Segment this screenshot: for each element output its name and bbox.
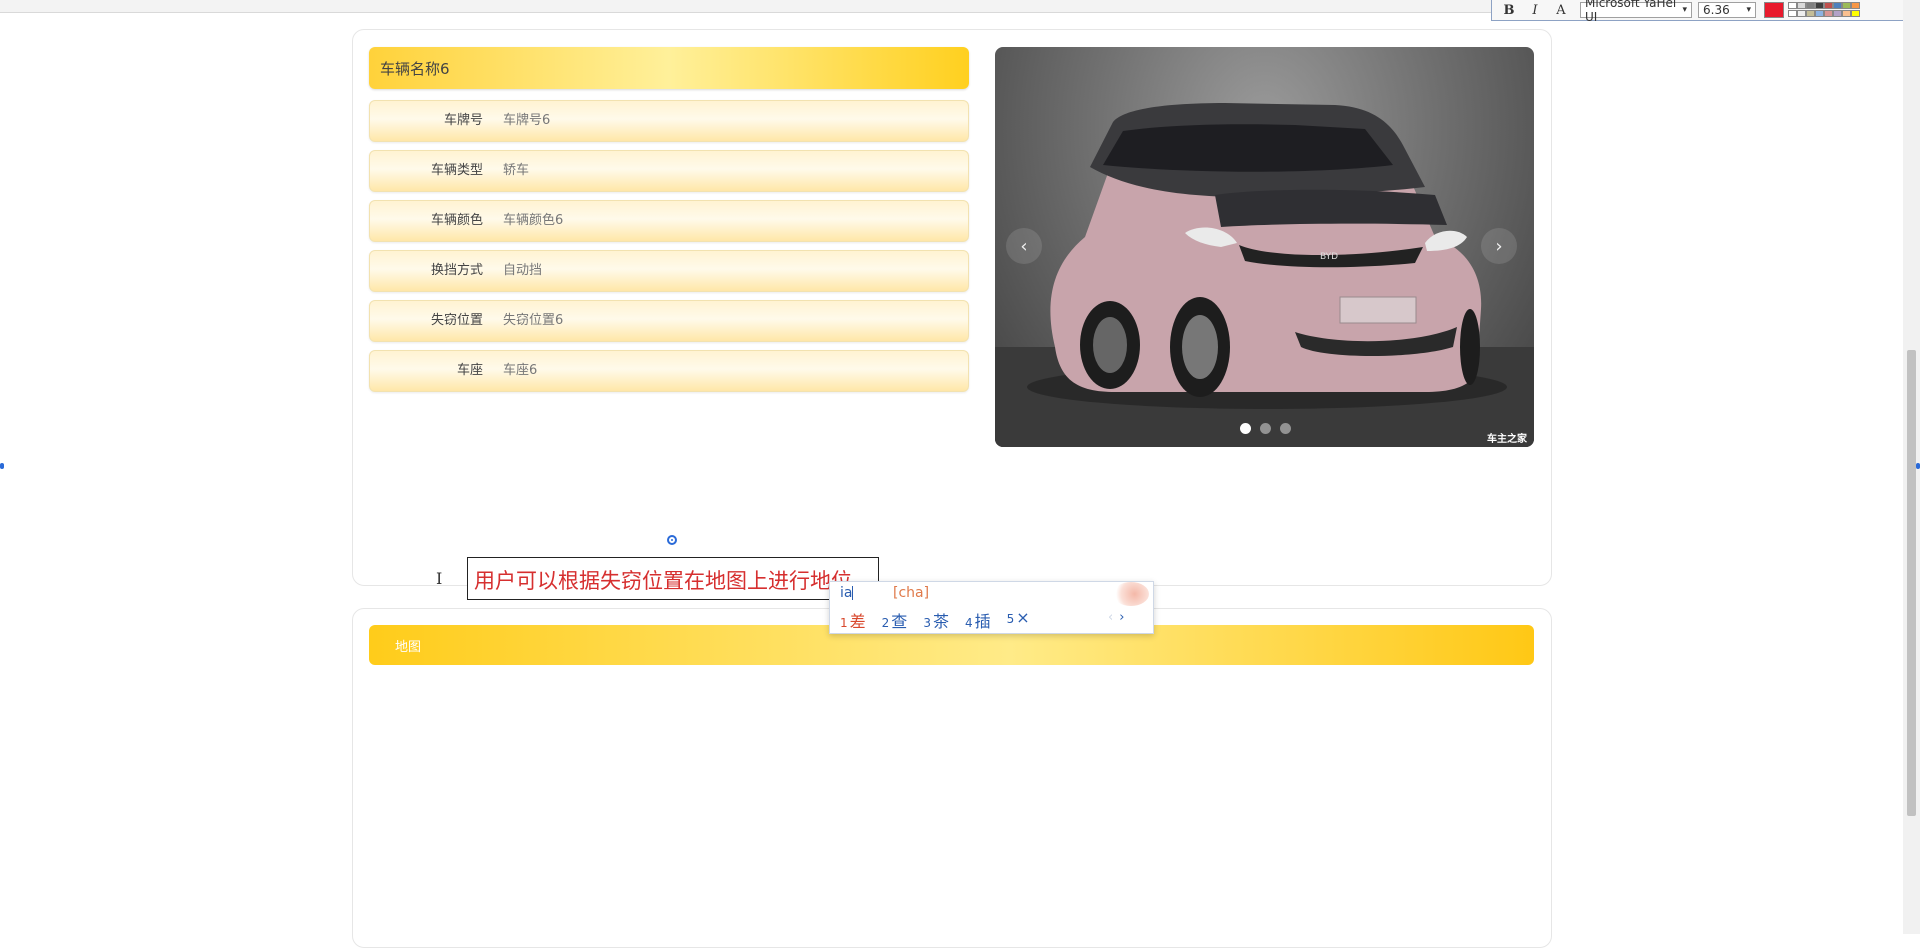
color-swatch[interactable]: [1851, 2, 1860, 9]
ime-composition-text: ia: [840, 585, 853, 601]
ime-candidate-number: 1: [840, 616, 848, 630]
vehicle-image-carousel[interactable]: BYD ‹ › 车主之家: [995, 47, 1534, 447]
carousel-dot[interactable]: [1260, 423, 1271, 434]
info-value: 车座6: [503, 363, 538, 378]
color-swatch-palette: [1788, 2, 1864, 18]
color-swatch[interactable]: [1797, 2, 1806, 9]
info-row-color: 车辆颜色 车辆颜色6: [369, 200, 969, 242]
vehicle-name: 车辆名称6: [380, 59, 450, 78]
info-label: 换挡方式: [430, 263, 483, 278]
text-format-toolbar: B I A Microsoft YaHei UI ▾ 6.36 ▾: [1491, 0, 1920, 24]
color-swatch[interactable]: [1833, 2, 1842, 9]
color-swatch[interactable]: [1824, 10, 1833, 17]
font-size-value: 6.36: [1703, 3, 1730, 17]
image-watermark: 车主之家: [1487, 434, 1527, 445]
ime-candidate[interactable]: 4插: [965, 608, 991, 632]
ime-pinyin: [cha]: [893, 585, 930, 601]
color-swatch[interactable]: [1851, 10, 1860, 17]
carousel-dot[interactable]: [1280, 423, 1291, 434]
color-swatch[interactable]: [1815, 10, 1824, 17]
ime-candidate[interactable]: 2查: [882, 608, 908, 632]
chevron-down-icon: ▾: [1746, 5, 1751, 15]
ime-candidate-text: ×: [1016, 608, 1030, 627]
ime-candidate-text: 查: [891, 612, 908, 631]
carousel-indicators: [1240, 423, 1291, 434]
selection-handle-left[interactable]: [0, 463, 4, 469]
scrollbar-thumb[interactable]: [1907, 350, 1916, 816]
text-cursor-icon: I: [436, 569, 443, 588]
color-swatch[interactable]: [1815, 2, 1824, 9]
info-row-type: 车辆类型 轿车: [369, 150, 969, 192]
bold-button[interactable]: B: [1496, 1, 1522, 19]
info-row-transmission: 换挡方式 自动挡: [369, 250, 969, 292]
font-family-value: Microsoft YaHei UI: [1585, 0, 1677, 24]
ime-candidate-number: 5: [1006, 612, 1015, 626]
ime-candidate[interactable]: 5 ×: [1007, 608, 1030, 632]
info-value: 轿车: [503, 163, 530, 178]
ime-page-nav: ‹ ›: [1108, 610, 1124, 625]
color-swatch[interactable]: [1824, 2, 1833, 9]
info-label: 车辆类型: [430, 163, 483, 178]
color-swatch[interactable]: [1806, 2, 1815, 9]
color-swatch[interactable]: [1842, 2, 1851, 9]
ime-skin-decoration: [1113, 582, 1149, 606]
carousel-prev-button[interactable]: ‹: [1006, 228, 1042, 264]
color-swatch[interactable]: [1833, 10, 1842, 17]
font-size-select[interactable]: 6.36 ▾: [1698, 2, 1756, 18]
anchor-icon[interactable]: [667, 535, 677, 545]
ime-candidate-text: 插: [974, 612, 991, 631]
info-value: 自动挡: [503, 263, 543, 278]
color-swatch[interactable]: [1842, 10, 1851, 17]
ime-composition: ia: [840, 585, 854, 601]
info-label: 失窃位置: [430, 313, 483, 328]
carousel-dot[interactable]: [1240, 423, 1251, 434]
vehicle-name-header: 车辆名称6: [369, 47, 969, 89]
ime-next-page-button[interactable]: ›: [1119, 610, 1124, 625]
ime-prev-page-button[interactable]: ‹: [1108, 610, 1113, 625]
ime-candidate-number: 2: [881, 616, 890, 630]
font-family-select[interactable]: Microsoft YaHei UI ▾: [1580, 0, 1692, 24]
color-swatch[interactable]: [1788, 2, 1797, 9]
ime-candidate-number: 3: [923, 616, 931, 630]
color-swatch[interactable]: [1797, 10, 1806, 17]
color-swatch[interactable]: [1806, 10, 1815, 17]
chevron-down-icon: ▾: [1682, 5, 1687, 15]
italic-button[interactable]: I: [1522, 1, 1548, 19]
info-row-plate: 车牌号 车牌号6: [369, 100, 969, 142]
car-badge: BYD: [1320, 252, 1338, 262]
annotation-textbox[interactable]: 用户可以根据失窃位置在地图上进行地位: [467, 557, 879, 600]
ime-candidate-text: 差: [849, 612, 866, 631]
info-value: 车牌号6: [503, 113, 551, 128]
info-label: 车座: [456, 363, 483, 378]
info-row-seats: 车座 车座6: [369, 350, 969, 392]
font-color-button[interactable]: [1764, 2, 1784, 18]
carousel-next-button[interactable]: ›: [1481, 228, 1517, 264]
annotation-text: 用户可以根据失窃位置在地图上进行地位: [474, 569, 852, 593]
ime-candidate-window: ia [cha] 1差 2查 3茶 4插 5 × ‹ ›: [829, 581, 1154, 634]
info-label: 车辆颜色: [430, 213, 483, 228]
ime-candidate[interactable]: 1差: [840, 608, 866, 632]
ime-candidate[interactable]: 3茶: [923, 608, 949, 632]
selection-handle-right[interactable]: [1916, 463, 1920, 469]
info-row-theft-location: 失窃位置 失窃位置6: [369, 300, 969, 342]
text-effect-button[interactable]: A: [1548, 1, 1574, 19]
info-value: 失窃位置6: [503, 313, 564, 328]
ime-candidate-list: 1差 2查 3茶 4插 5 ×: [840, 608, 1030, 632]
color-swatch[interactable]: [1788, 10, 1797, 17]
car-photo: BYD: [995, 103, 1534, 447]
info-label: 车牌号: [443, 113, 483, 128]
ime-candidate-number: 4: [964, 616, 973, 630]
info-value: 车辆颜色6: [503, 213, 564, 228]
ime-caret: [852, 586, 854, 600]
ime-candidate-text: 茶: [932, 612, 949, 631]
map-section-title: 地图: [395, 639, 422, 655]
